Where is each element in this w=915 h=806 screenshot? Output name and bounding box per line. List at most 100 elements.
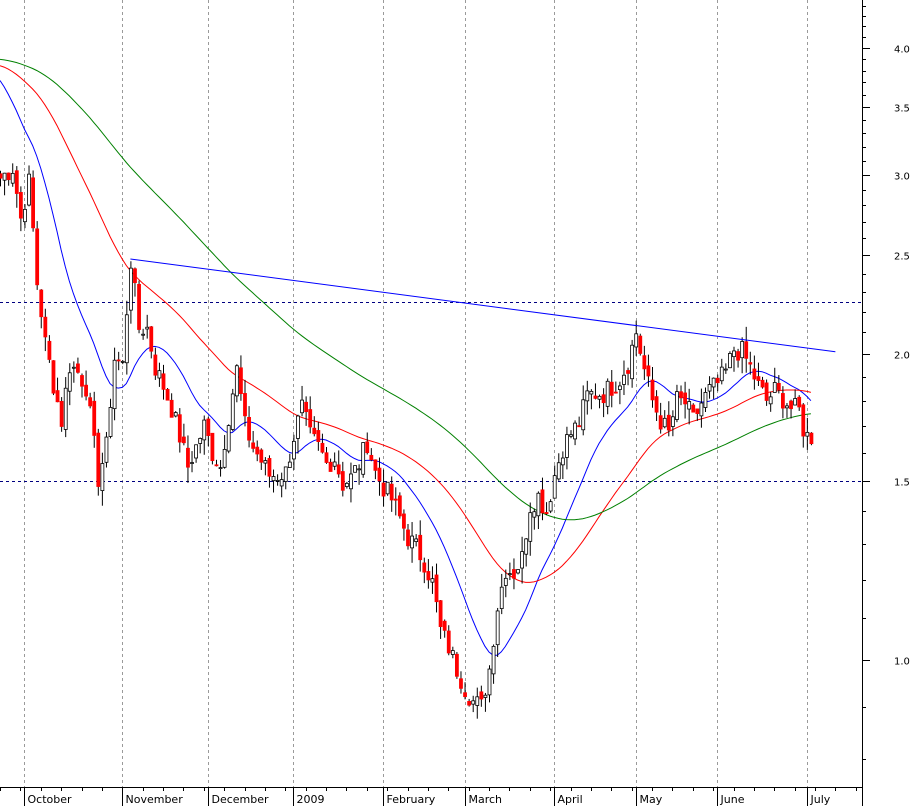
candle-down	[373, 459, 378, 471]
x-tick-label: April	[558, 793, 583, 806]
x-tick-label: March	[469, 793, 503, 806]
candle-down	[695, 408, 700, 414]
candle-down	[133, 268, 137, 284]
x-tick-label: November	[126, 793, 184, 806]
candle-up	[23, 208, 27, 223]
candle-down	[88, 397, 93, 407]
candle-up	[573, 422, 577, 440]
candle-up	[528, 512, 533, 542]
candle-up	[552, 475, 557, 499]
candle-up	[495, 610, 500, 646]
ma-slow-line	[0, 58, 811, 521]
candle-down	[434, 574, 439, 603]
candle-up	[605, 380, 610, 407]
candle-down	[512, 569, 516, 579]
y-tick-label: 3.0	[894, 172, 910, 183]
candle-down	[214, 464, 219, 467]
candle-down	[626, 370, 630, 374]
candle-up	[471, 700, 476, 705]
candle-down	[406, 529, 410, 547]
candle-down	[646, 365, 651, 377]
candle-up	[430, 578, 435, 583]
candle-down	[210, 432, 215, 462]
candle-up	[475, 696, 480, 706]
candle-up	[536, 492, 541, 517]
candle-up	[100, 463, 105, 492]
candle-up	[703, 391, 708, 408]
candle-up	[194, 444, 199, 459]
candle-up	[699, 402, 704, 417]
candle-down	[369, 454, 374, 461]
candle-up	[300, 399, 304, 414]
candle-up	[597, 395, 602, 400]
candle-up	[560, 457, 565, 466]
ma-fast-line	[0, 80, 812, 656]
candle-down	[59, 400, 64, 427]
candle-up	[2, 172, 7, 181]
candle-up	[565, 434, 569, 458]
candle-down	[181, 436, 186, 444]
candle-down	[251, 442, 256, 449]
candle-down	[397, 495, 402, 517]
candle-up	[630, 344, 635, 380]
candle-down	[243, 393, 247, 417]
y-tick-label: 2.0	[894, 351, 910, 362]
candle-down	[679, 391, 683, 399]
candle-down	[18, 192, 23, 219]
candle-down	[247, 416, 251, 441]
candle-down	[654, 396, 659, 413]
candle-up	[662, 417, 667, 428]
candle-up	[357, 468, 362, 471]
candle-down	[801, 404, 806, 437]
candle-down	[666, 414, 671, 431]
candle-down	[43, 316, 48, 338]
candle-down	[736, 351, 740, 361]
candle-up	[279, 479, 284, 487]
axes: 1.0 1.5 2.0 2.5 3.0 3.5 4.0 October November Dece…	[0, 0, 910, 806]
candle-up	[296, 415, 300, 439]
candle-down	[304, 401, 309, 413]
candle-up	[173, 412, 178, 417]
candle-down	[479, 691, 484, 700]
candle-down	[316, 430, 321, 442]
candle-down	[31, 177, 36, 229]
candle-up	[732, 350, 736, 358]
candle-up	[503, 577, 508, 586]
candle-up	[414, 538, 419, 542]
candle-down	[393, 498, 398, 501]
month-gridlines	[24, 0, 808, 787]
candle-down	[206, 418, 211, 436]
candle-down	[39, 289, 44, 318]
candle-up	[287, 461, 292, 468]
x-tick-label: May	[640, 793, 663, 806]
y-tick-label: 1.5	[894, 478, 910, 489]
x-tick-label: December	[212, 793, 270, 806]
y-tick-label: 2.5	[894, 252, 910, 263]
candle-down	[320, 442, 325, 453]
candle-up	[63, 387, 68, 430]
trendline-segment	[130, 258, 836, 353]
candle-up	[67, 372, 72, 392]
candle-down	[312, 427, 317, 435]
candle-up	[128, 267, 133, 311]
candle-up	[275, 479, 280, 482]
candle-down	[748, 362, 753, 365]
y-tick-label: 4.0	[894, 45, 910, 56]
candle-up	[618, 385, 622, 390]
candle-down	[35, 228, 40, 286]
candle-down	[776, 382, 781, 390]
candle-up	[589, 390, 594, 395]
candle-up	[556, 462, 561, 480]
candle-up	[104, 436, 109, 463]
candle-up	[532, 511, 537, 518]
candlesticks	[0, 163, 814, 719]
candle-up	[670, 416, 675, 427]
candle-up	[499, 586, 504, 609]
candle-down	[638, 335, 643, 354]
candle-down	[324, 452, 329, 463]
candle-down	[764, 382, 769, 401]
candle-up	[569, 434, 573, 437]
candle-down	[365, 441, 370, 454]
candle-up	[124, 314, 129, 364]
candle-down	[153, 354, 158, 376]
